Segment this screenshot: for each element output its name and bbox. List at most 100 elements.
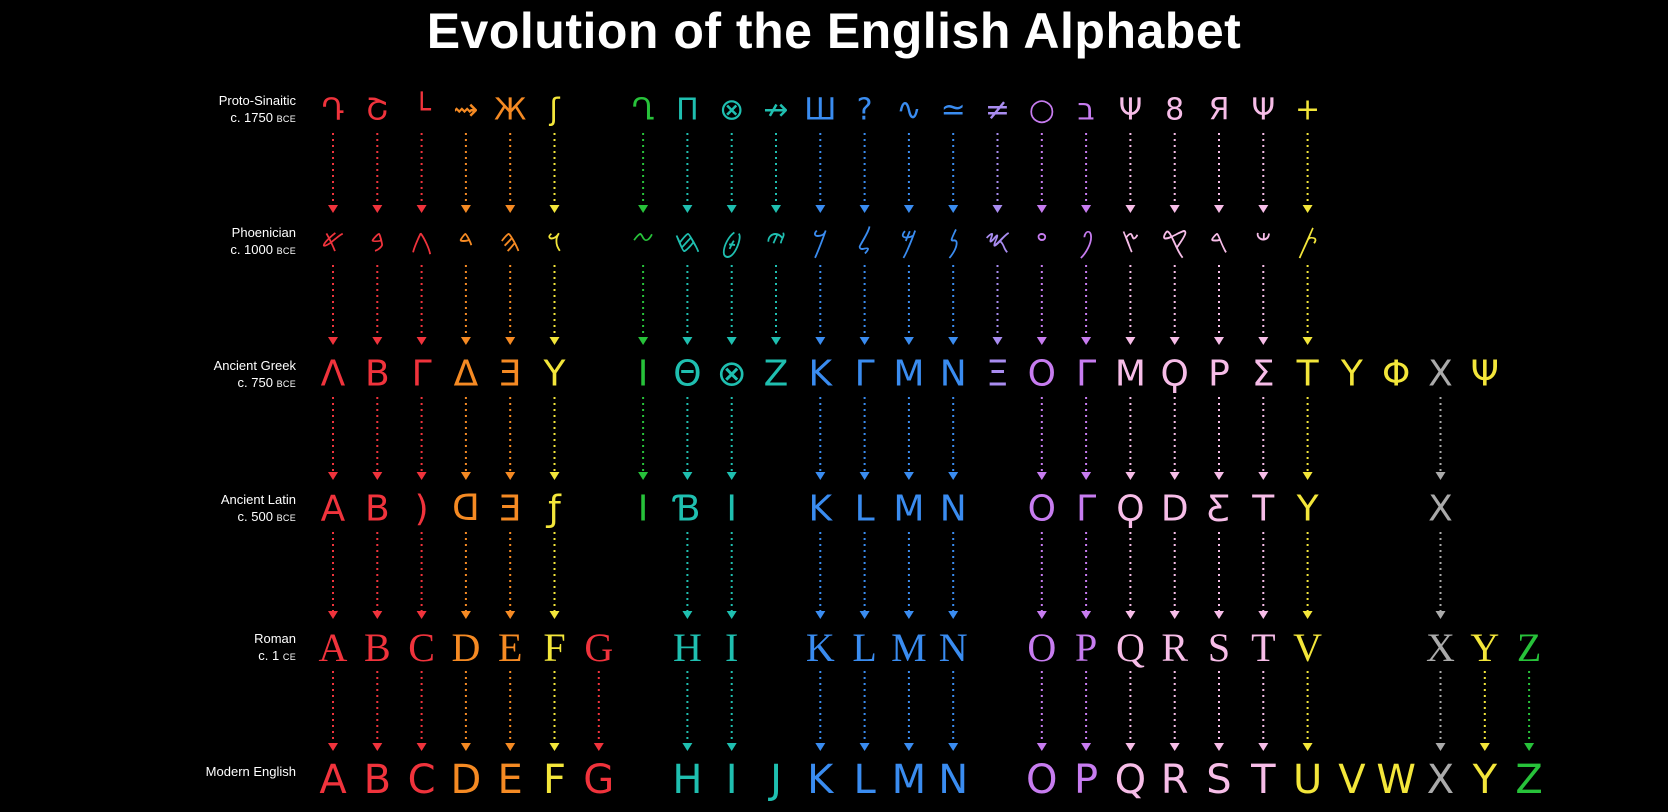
- letter-greek-z1: I: [638, 354, 649, 395]
- letter-greek-a: Λ: [321, 354, 346, 395]
- letter-modern-g: G: [583, 757, 614, 803]
- arrow-head: [549, 743, 560, 751]
- letter-phoen-s: 𐤓: [1209, 222, 1228, 260]
- arrow-head: [460, 205, 471, 213]
- letter-proto-o: ○: [1029, 93, 1055, 128]
- letter-proto-z1: Ղ: [632, 93, 655, 128]
- letter-phoen-z1: 𐤆: [632, 222, 655, 260]
- letter-latin-z1: I: [638, 489, 649, 530]
- arrow-head: [549, 611, 560, 619]
- letter-modern-v: V: [1338, 757, 1366, 803]
- arrow-head: [1081, 743, 1092, 751]
- arrow-head: [859, 205, 870, 213]
- arrow-head: [1169, 472, 1180, 480]
- letter-phoen-h: 𐤇: [674, 222, 701, 260]
- arrow-head: [1435, 472, 1446, 480]
- arrow-head: [1036, 205, 1047, 213]
- letter-phoen-j: 𐤉: [766, 222, 787, 260]
- arrow-head: [1302, 337, 1313, 345]
- arrow-head: [1125, 337, 1136, 345]
- arrow-head: [460, 472, 471, 480]
- letter-roman-t: T: [1251, 625, 1275, 670]
- arrow-head: [992, 205, 1003, 213]
- letter-proto-j: ↛: [763, 93, 788, 128]
- letter-latin-o: O: [1028, 489, 1056, 530]
- letter-latin-u: Y: [1296, 489, 1320, 530]
- letter-phoen-b: 𐤁: [370, 222, 385, 260]
- arrow-head: [859, 337, 870, 345]
- arrow-head: [1302, 472, 1313, 480]
- letter-greek-w: Φ: [1382, 354, 1410, 395]
- arrow-head: [372, 205, 383, 213]
- letter-greek-r: Ϙ: [1161, 354, 1189, 395]
- arrow-head: [638, 337, 649, 345]
- arrow-head: [726, 743, 737, 751]
- letter-modern-d: D: [450, 757, 481, 803]
- letter-modern-z: Z: [1515, 757, 1542, 803]
- letter-latin-l: L: [855, 489, 875, 530]
- arrow-head: [859, 611, 870, 619]
- letter-greek-x: X: [1428, 354, 1453, 395]
- arrow-head: [549, 472, 560, 480]
- arrow-head: [1258, 337, 1269, 345]
- arrow-head: [505, 743, 516, 751]
- letter-roman-f: F: [543, 625, 565, 670]
- arrow-head: [372, 743, 383, 751]
- letter-proto-m: ∿: [896, 93, 921, 128]
- arrow-head: [505, 611, 516, 619]
- arrow-head: [460, 611, 471, 619]
- letter-phoen-t: 𐤔: [1255, 222, 1272, 260]
- arrow-head: [416, 611, 427, 619]
- arrow-head: [328, 472, 338, 480]
- arrow-head: [1081, 611, 1092, 619]
- letter-phoen-q: 𐤑: [1121, 222, 1140, 260]
- letter-greek-y: Ψ: [1471, 354, 1499, 395]
- arrow-head: [903, 611, 914, 619]
- arrow-head: [1125, 743, 1136, 751]
- letter-roman-d: D: [451, 625, 480, 670]
- arrow-head: [771, 205, 781, 213]
- letter-proto-d: ⇝: [453, 93, 478, 128]
- arrow-head: [416, 743, 427, 751]
- arrow-head: [416, 337, 427, 345]
- letter-greek-i: ⊗: [717, 354, 747, 395]
- letter-roman-u: V: [1293, 625, 1322, 670]
- letter-proto-n: ≃: [941, 93, 966, 128]
- arrow-head: [1258, 743, 1269, 751]
- arrow-head: [726, 472, 737, 480]
- letter-roman-i: I: [725, 625, 738, 670]
- arrow-head: [1214, 743, 1224, 751]
- arrow-head: [815, 611, 826, 619]
- arrow-head: [859, 472, 870, 480]
- letter-roman-p: P: [1075, 625, 1097, 670]
- letter-roman-c: C: [408, 625, 435, 670]
- letter-proto-u: +: [1295, 93, 1320, 128]
- arrow-head: [859, 743, 870, 751]
- letter-phoen-e: 𐤄: [499, 222, 521, 260]
- letter-roman-s: S: [1208, 625, 1230, 670]
- alphabet-diagram: Դ𐤀ΛAAAՇ𐤁ΒBBB└𐤂Γ)CC⇝𐤃ΔᗡDDЖ𐤄ƎƎEEʃ𐤅YƒFFGGՂ𐤆…: [319, 91, 1543, 804]
- letter-greek-t: Σ: [1252, 354, 1275, 395]
- arrow-head: [328, 337, 338, 345]
- arrow-head: [1214, 611, 1224, 619]
- arrow-head: [460, 743, 471, 751]
- letter-greek-n: N: [940, 354, 967, 395]
- letter-roman-e: E: [498, 625, 522, 670]
- letter-proto-s: Я: [1209, 93, 1230, 128]
- arrow-head: [372, 472, 383, 480]
- letter-greek-l: Γ: [855, 354, 875, 395]
- letter-roman-k: K: [806, 625, 835, 670]
- arrow-head: [1169, 337, 1180, 345]
- letter-phoen-r: 𐤒: [1161, 222, 1188, 260]
- letter-phoen-x1: 𐤎: [984, 222, 1011, 260]
- letter-greek-m: M: [893, 354, 924, 395]
- arrow-head: [1435, 743, 1446, 751]
- letter-roman-n: N: [939, 625, 968, 670]
- arrow-head: [1302, 205, 1313, 213]
- letter-roman-r: R: [1161, 625, 1188, 670]
- arrow-head: [1169, 611, 1180, 619]
- letter-modern-t: T: [1250, 757, 1276, 803]
- letter-modern-f: F: [543, 757, 566, 803]
- arrow-head: [1081, 337, 1092, 345]
- letter-modern-w: W: [1376, 757, 1416, 803]
